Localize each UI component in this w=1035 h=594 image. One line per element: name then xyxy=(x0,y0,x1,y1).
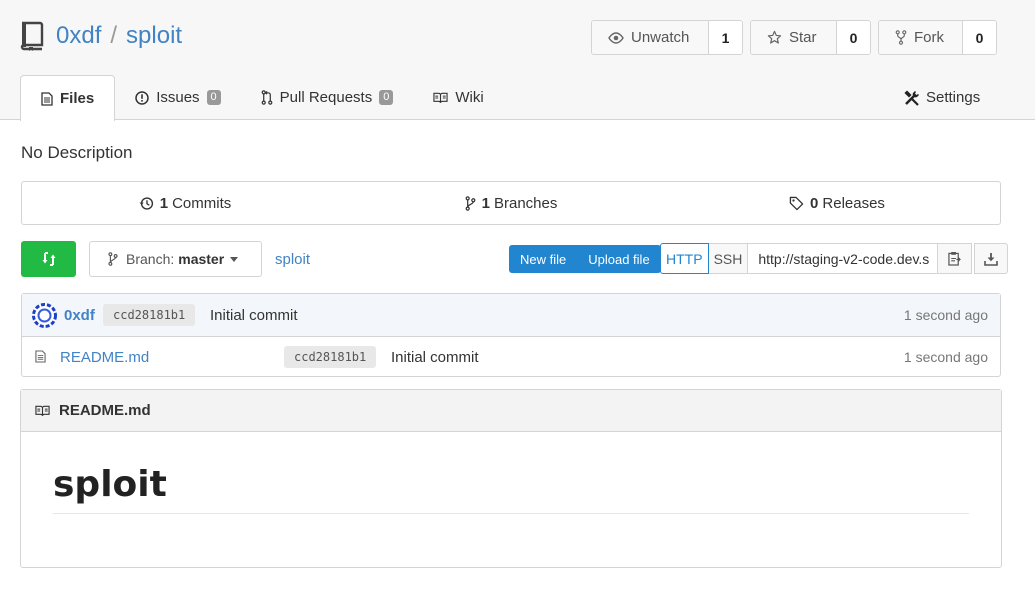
tab-settings[interactable]: Settings xyxy=(904,75,980,120)
unwatch-button[interactable]: Unwatch xyxy=(592,21,709,54)
repo-book-icon xyxy=(20,21,44,51)
star-button-group: Star 0 xyxy=(750,20,871,55)
readme-panel: README.md sploit xyxy=(20,389,1002,568)
repo-toolbar: Branch: master sploit New file Upload fi… xyxy=(21,241,1009,277)
readme-filename: README.md xyxy=(59,402,151,419)
tab-pull-requests-label: Pull Requests xyxy=(279,89,373,106)
readme-heading: sploit xyxy=(53,464,969,514)
latest-commit-row: 0xdf ccd28181b1 Initial commit 1 second … xyxy=(22,294,1000,337)
tools-icon xyxy=(904,89,919,106)
releases-stat[interactable]: 0 Releases xyxy=(674,182,1000,224)
repo-name-link[interactable]: sploit xyxy=(126,22,182,50)
file-commit-sha[interactable]: ccd28181b1 xyxy=(284,346,377,368)
git-branch-icon xyxy=(465,195,476,211)
releases-label: Releases xyxy=(822,194,885,212)
repo-stats-bar: 1 Commits 1 Branches 0 Releases xyxy=(21,181,1001,225)
git-pull-request-icon xyxy=(261,90,273,105)
tab-issues[interactable]: Issues 0 xyxy=(115,75,240,120)
star-icon xyxy=(767,30,782,44)
download-icon xyxy=(984,252,999,266)
fork-label: Fork xyxy=(914,29,944,46)
avatar[interactable] xyxy=(32,303,57,328)
branches-stat[interactable]: 1 Branches xyxy=(348,182,674,224)
watch-count[interactable]: 1 xyxy=(709,21,742,54)
tag-icon xyxy=(789,196,804,210)
commits-count: 1 xyxy=(159,194,169,212)
unwatch-label: Unwatch xyxy=(631,29,690,46)
commit-sha-link[interactable]: ccd28181b1 xyxy=(103,304,196,326)
tab-settings-label: Settings xyxy=(926,89,981,106)
commits-label: Commits xyxy=(172,194,232,212)
repo-header: 0xdf / sploit Unwatch 1 Star 0 Fork 0 Fi… xyxy=(0,0,1035,121)
ssh-clone-button[interactable]: SSH xyxy=(708,243,749,274)
branches-count: 1 xyxy=(481,194,490,212)
eye-icon xyxy=(608,31,624,44)
tab-wiki[interactable]: Wiki xyxy=(413,75,503,120)
file-text-icon xyxy=(41,91,53,106)
caret-down-icon xyxy=(230,256,239,262)
fork-icon xyxy=(895,30,907,45)
star-button[interactable]: Star xyxy=(751,21,837,54)
file-commit-time: 1 second ago xyxy=(903,349,988,365)
fork-button-group: Fork 0 xyxy=(878,20,997,55)
tab-files-label: Files xyxy=(60,90,95,107)
branch-dropdown[interactable]: Branch: master xyxy=(89,241,262,277)
repo-description: No Description xyxy=(21,143,133,162)
copy-url-button[interactable] xyxy=(938,243,973,274)
fork-count[interactable]: 0 xyxy=(963,21,996,54)
history-icon xyxy=(139,196,153,210)
new-file-button[interactable]: New file xyxy=(509,245,577,273)
git-branch-icon xyxy=(108,252,118,266)
watch-button-group: Unwatch 1 xyxy=(591,20,743,55)
clone-panel: HTTP SSH http://staging-v2-code.dev.s xyxy=(660,243,1009,274)
issue-opened-icon xyxy=(135,90,149,105)
table-row: README.md ccd28181b1 Initial commit 1 se… xyxy=(22,337,1000,377)
compare-button[interactable] xyxy=(21,241,76,277)
commit-author-link[interactable]: 0xdf xyxy=(64,307,95,324)
http-clone-button[interactable]: HTTP xyxy=(660,243,709,274)
upload-file-button[interactable]: Upload file xyxy=(577,245,660,273)
branches-label: Branches xyxy=(493,194,558,212)
clone-url-input[interactable]: http://staging-v2-code.dev.s xyxy=(748,243,939,274)
commit-time: 1 second ago xyxy=(903,307,988,323)
star-label: Star xyxy=(789,29,817,46)
readme-header: README.md xyxy=(21,390,1001,432)
file-text-icon xyxy=(35,350,46,363)
tab-issues-label: Issues xyxy=(156,89,200,106)
branch-name: master xyxy=(178,251,225,267)
repo-title: 0xdf / sploit xyxy=(20,18,182,54)
issues-count-badge: 0 xyxy=(206,90,221,105)
file-actions-group: New file Upload file xyxy=(509,245,661,273)
repo-tabs: Files Issues 0 Pull Requests 0 Wiki xyxy=(20,75,504,121)
file-name-link[interactable]: README.md xyxy=(60,349,149,366)
star-count[interactable]: 0 xyxy=(837,21,870,54)
repo-owner-link[interactable]: 0xdf xyxy=(56,22,101,50)
tab-files[interactable]: Files xyxy=(20,75,116,121)
repo-separator: / xyxy=(110,22,118,49)
pull-requests-count-badge: 0 xyxy=(379,90,394,105)
book-icon xyxy=(35,405,50,416)
book-icon xyxy=(433,92,448,103)
fork-button[interactable]: Fork xyxy=(879,21,963,54)
branch-prefix: Branch: xyxy=(126,251,175,267)
file-table: 0xdf ccd28181b1 Initial commit 1 second … xyxy=(21,293,1001,377)
file-commit-message[interactable]: Initial commit xyxy=(391,349,479,366)
sync-icon xyxy=(42,252,55,266)
releases-count: 0 xyxy=(810,194,819,212)
tab-pull-requests[interactable]: Pull Requests 0 xyxy=(241,75,414,120)
clipboard-icon xyxy=(948,252,962,266)
commits-stat[interactable]: 1 Commits xyxy=(22,182,348,224)
readme-content: sploit xyxy=(21,432,1001,514)
download-button[interactable] xyxy=(974,243,1009,274)
path-breadcrumb-link[interactable]: sploit xyxy=(275,241,310,277)
tab-wiki-label: Wiki xyxy=(455,89,484,106)
commit-message[interactable]: Initial commit xyxy=(210,307,298,324)
